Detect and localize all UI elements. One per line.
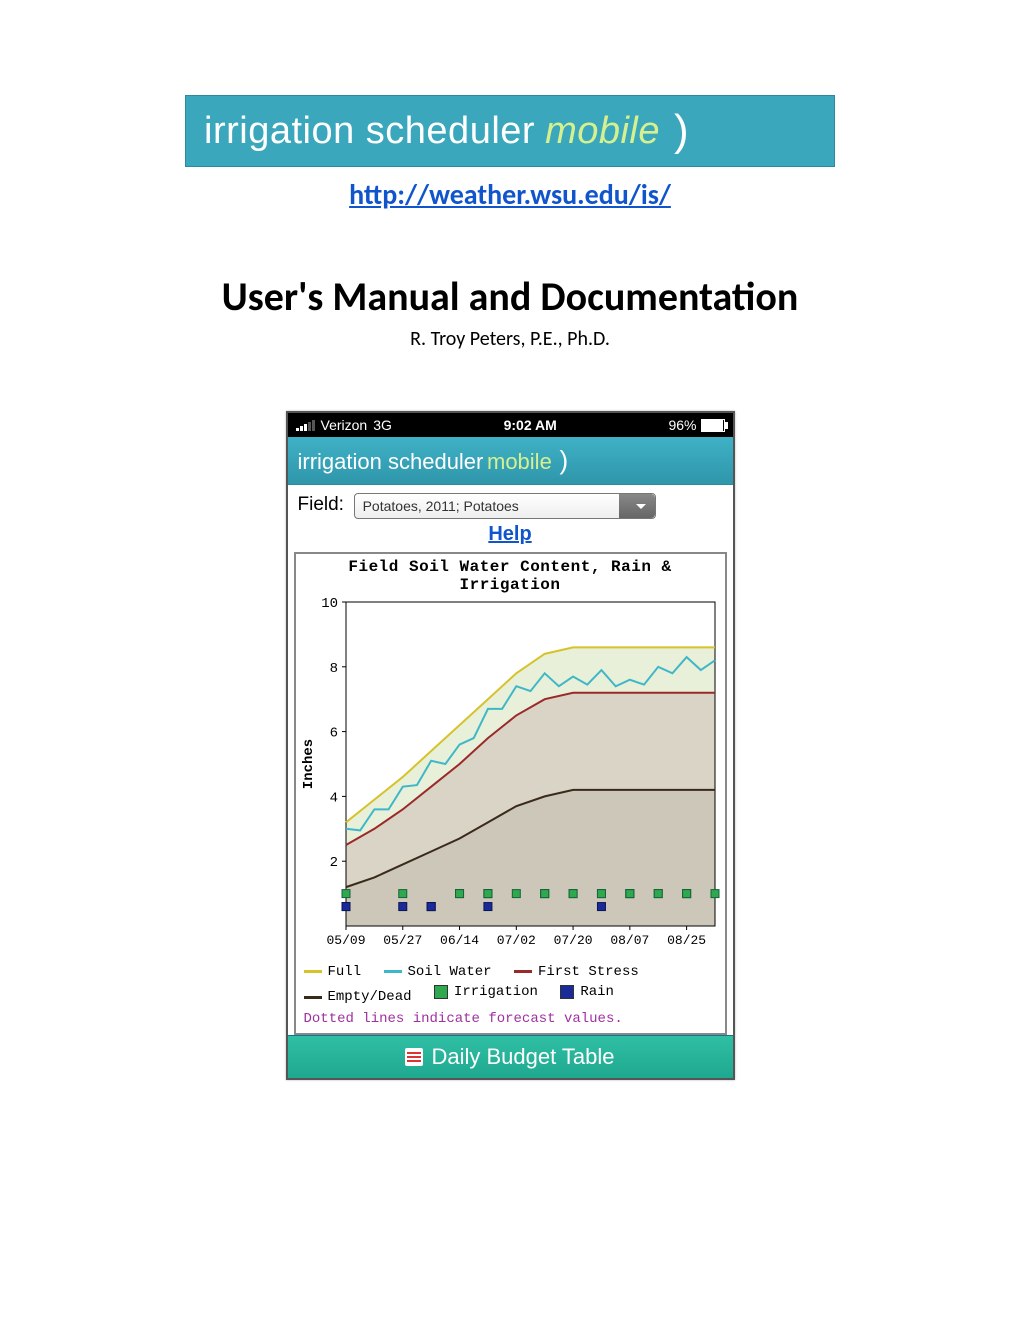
legend-empty-dead: Empty/Dead <box>328 987 412 1007</box>
carrier-label: Verizon <box>321 417 368 433</box>
svg-text:07/20: 07/20 <box>553 933 592 948</box>
svg-text:4: 4 <box>329 790 337 806</box>
legend-irrigation: Irrigation <box>454 982 538 1002</box>
daily-budget-button[interactable]: Daily Budget Table <box>288 1035 733 1078</box>
svg-text:08/25: 08/25 <box>667 933 706 948</box>
svg-text:Inches: Inches <box>301 739 317 789</box>
svg-text:07/02: 07/02 <box>496 933 535 948</box>
appbar-paren-icon: ) <box>559 445 568 475</box>
svg-text:05/09: 05/09 <box>326 933 365 948</box>
field-label: Field: <box>298 494 344 515</box>
field-row: Field: Potatoes, 2011; Potatoes <box>288 485 733 521</box>
network-label: 3G <box>373 417 392 433</box>
phone-screenshot: Verizon 3G 9:02 AM 96% irrigation schedu… <box>286 411 735 1080</box>
appbar-main: irrigation scheduler <box>298 449 484 474</box>
legend-rain: Rain <box>580 982 614 1002</box>
chevron-down-icon <box>619 494 655 518</box>
svg-text:05/27: 05/27 <box>383 933 422 948</box>
status-bar: Verizon 3G 9:02 AM 96% <box>288 413 733 437</box>
author-line: R. Troy Peters, P.E., Ph.D. <box>0 327 1020 351</box>
svg-text:6: 6 <box>329 726 337 742</box>
legend-soil-water: Soil Water <box>408 962 492 982</box>
app-bar: irrigation scheduler mobile ) <box>288 437 733 485</box>
signal-icon <box>296 420 315 431</box>
app-banner: irrigation scheduler mobile ) <box>185 95 835 167</box>
battery-pct: 96% <box>668 417 696 433</box>
help-row: Help <box>288 521 733 552</box>
banner-paren-icon: ) <box>674 106 689 156</box>
svg-text:08/07: 08/07 <box>610 933 649 948</box>
legend-first-stress: First Stress <box>538 962 639 982</box>
table-icon <box>405 1048 423 1066</box>
appbar-sub: mobile <box>487 449 552 474</box>
doc-link[interactable]: http://weather.wsu.edu/is/ <box>349 177 671 212</box>
chart-canvas: 2 4 6 8 10 Inches 05/09 05/27 06/14 07/02 07/20 08/… <box>296 594 725 954</box>
battery-icon <box>701 419 725 432</box>
svg-text:10: 10 <box>321 596 338 612</box>
help-link[interactable]: Help <box>488 523 531 545</box>
field-select-value: Potatoes, 2011; Potatoes <box>355 498 519 514</box>
legend-full: Full <box>328 962 362 982</box>
banner-sub: mobile <box>545 110 660 153</box>
field-select[interactable]: Potatoes, 2011; Potatoes <box>354 493 656 519</box>
doc-link-row: http://weather.wsu.edu/is/ <box>0 177 1020 212</box>
page-title: User's Manual and Documentation <box>0 272 1020 321</box>
svg-text:2: 2 <box>329 855 337 871</box>
svg-text:8: 8 <box>329 661 337 677</box>
forecast-note: Dotted lines indicate forecast values. <box>296 1009 725 1033</box>
clock-label: 9:02 AM <box>392 417 669 433</box>
svg-text:06/14: 06/14 <box>440 933 479 948</box>
chart-title: Field Soil Water Content, Rain & Irrigat… <box>296 554 725 594</box>
chart-legend: Full Soil Water First Stress Empty/Dead … <box>296 954 725 1009</box>
chart-panel: Field Soil Water Content, Rain & Irrigat… <box>294 552 727 1035</box>
daily-budget-label: Daily Budget Table <box>431 1044 614 1070</box>
banner-main: irrigation scheduler <box>204 110 535 153</box>
